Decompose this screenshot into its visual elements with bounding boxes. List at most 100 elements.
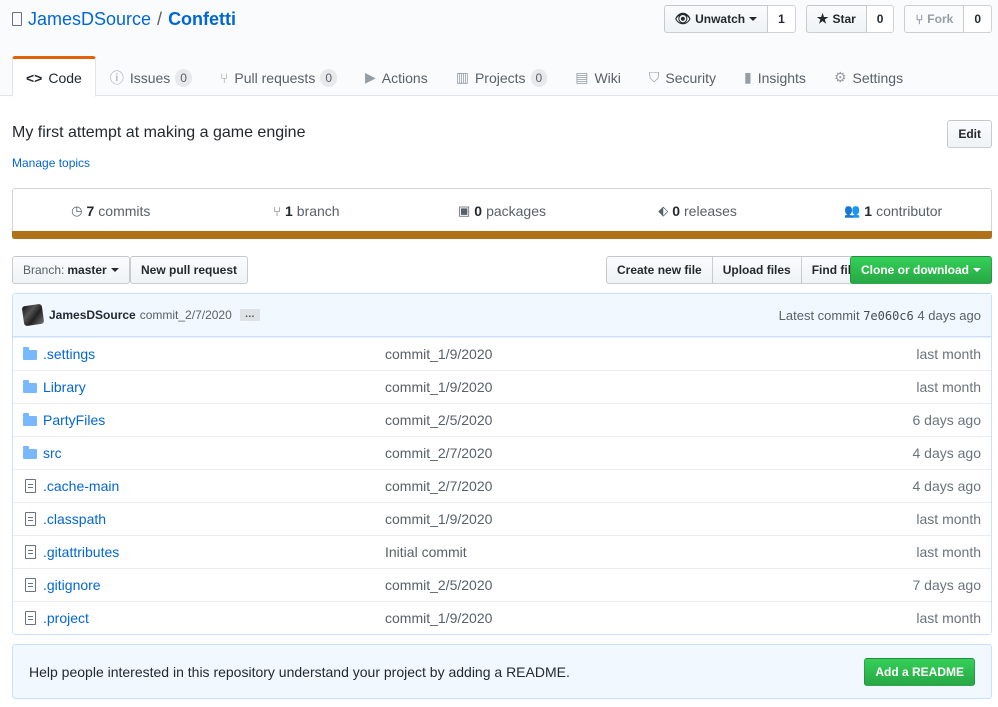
file-name-link[interactable]: .classpath [43, 511, 385, 527]
file-name-link[interactable]: .project [43, 610, 385, 626]
file-icon [23, 578, 37, 592]
table-row: Library commit_1/9/2020 last month [13, 370, 991, 403]
tab-projects[interactable]: ▥ Projects 0 [442, 56, 562, 97]
table-row: PartyFiles commit_2/5/2020 6 days ago [13, 403, 991, 436]
branch-label: Branch: [23, 263, 65, 277]
commit-author-link[interactable]: JamesDSource [49, 308, 136, 322]
repo-owner-link[interactable]: JamesDSource [28, 9, 151, 30]
fork-group: ⑂ Fork 0 [904, 5, 992, 33]
manage-topics-link[interactable]: Manage topics [12, 156, 90, 170]
tab-actions[interactable]: ▶ Actions [351, 56, 442, 97]
file-name-link[interactable]: .gitignore [43, 577, 385, 593]
tab-issues[interactable]: ⓘ Issues 0 [96, 56, 206, 97]
repo-tabs: <> Code ⓘ Issues 0 ⑂ Pull requests 0 ▶ A… [12, 56, 917, 97]
file-commit-link[interactable]: commit_1/9/2020 [385, 511, 916, 527]
commit-sha-link[interactable]: 7e060c6 [863, 309, 914, 323]
file-age: 4 days ago [912, 478, 982, 494]
graph-icon: ▮ [743, 69, 752, 85]
clone-label: Clone or download [861, 263, 969, 277]
forks-count[interactable]: 0 [964, 5, 992, 33]
tab-label: Security [665, 69, 716, 86]
file-icon [23, 479, 37, 493]
tab-pull-requests[interactable]: ⑂ Pull requests 0 [206, 56, 351, 97]
file-commit-link[interactable]: commit_1/9/2020 [385, 610, 916, 626]
file-icon [23, 545, 37, 559]
table-row: src commit_2/7/2020 4 days ago [13, 436, 991, 469]
fork-label: Fork [927, 12, 954, 26]
commit-age: 4 days ago [917, 307, 981, 323]
releases-link[interactable]: ⬖ 0 releases [600, 203, 796, 219]
clone-download-button[interactable]: Clone or download [850, 256, 992, 284]
project-icon: ▥ [455, 69, 469, 85]
tab-label: Pull requests [234, 69, 316, 86]
file-commit-link[interactable]: commit_1/9/2020 [385, 379, 916, 395]
file-actions-group: Create new file Upload files Find file [606, 256, 869, 284]
pull-request-icon: ⑂ [219, 69, 229, 86]
file-name-link[interactable]: PartyFiles [43, 412, 385, 428]
file-icon [23, 512, 37, 526]
releases-label: releases [684, 203, 737, 219]
create-new-file-button[interactable]: Create new file [606, 256, 713, 284]
file-name-link[interactable]: Library [43, 379, 385, 395]
unwatch-button[interactable]: 👁 Unwatch [663, 5, 769, 33]
add-readme-button[interactable]: Add a README [864, 657, 975, 686]
avatar[interactable] [21, 303, 45, 327]
title-separator: / [157, 8, 163, 29]
packages-label: packages [486, 203, 546, 219]
tab-label: Insights [757, 69, 806, 86]
commits-link[interactable]: ◷ 7 commits [13, 203, 209, 219]
shield-icon: ⛉ [648, 69, 660, 85]
tab-insights[interactable]: ▮ Insights [730, 56, 820, 97]
language-bar[interactable] [12, 231, 992, 239]
file-commit-link[interactable]: commit_1/9/2020 [385, 346, 916, 362]
repo-description: My first attempt at making a game engine [12, 124, 306, 141]
branches-link[interactable]: ⑂ 1 branch [209, 203, 405, 219]
branch-select-button[interactable]: Branch: master [12, 256, 130, 284]
branch-icon: ⑂ [273, 203, 281, 219]
contributors-link[interactable]: 👥 1 contributor [795, 203, 991, 219]
tab-code[interactable]: <> Code [12, 56, 96, 97]
commit-tease: JamesDSource commit_2/7/2020 … Latest co… [13, 294, 991, 337]
new-pull-request-button[interactable]: New pull request [130, 256, 249, 284]
upload-files-button[interactable]: Upload files [711, 256, 802, 284]
people-icon: 👥 [844, 203, 861, 218]
watch-group: 👁 Unwatch 1 [663, 5, 796, 33]
commit-message-link[interactable]: commit_2/7/2020 [140, 308, 232, 322]
contributors-count: 1 [864, 203, 873, 219]
file-commit-link[interactable]: commit_2/7/2020 [385, 445, 913, 461]
expand-commit-button[interactable]: … [239, 309, 260, 321]
file-icon [23, 611, 37, 625]
repo-title: JamesDSource / Confetti [12, 8, 236, 30]
watchers-count[interactable]: 1 [768, 5, 796, 33]
file-navigation: Branch: master New pull request Create n… [12, 256, 992, 284]
tab-label: Actions [381, 69, 428, 86]
fork-button[interactable]: ⑂ Fork [904, 5, 965, 33]
tag-icon: ⬖ [658, 203, 669, 218]
star-group: ★ Star 0 [805, 5, 895, 33]
file-name-link[interactable]: .gitattributes [43, 544, 385, 560]
issue-icon: ⓘ [109, 69, 124, 86]
stars-count[interactable]: 0 [866, 5, 895, 33]
tab-wiki[interactable]: ▤ Wiki [561, 56, 635, 97]
file-age: last month [916, 346, 981, 362]
folder-icon [23, 413, 37, 427]
table-row: .gitignore commit_2/5/2020 7 days ago [13, 568, 991, 601]
file-name-link[interactable]: .settings [43, 346, 385, 362]
contributors-label: contributor [876, 203, 943, 219]
table-row: .cache-main commit_2/7/2020 4 days ago [13, 469, 991, 502]
file-commit-link[interactable]: commit_2/5/2020 [385, 577, 913, 593]
tab-settings[interactable]: ⚙ Settings [820, 56, 917, 97]
file-name-link[interactable]: src [43, 445, 385, 461]
star-icon: ★ [816, 11, 829, 26]
file-commit-link[interactable]: commit_2/5/2020 [385, 412, 913, 428]
file-name-link[interactable]: .cache-main [43, 478, 385, 494]
packages-link[interactable]: ▣ 0 packages [404, 203, 600, 219]
tab-security[interactable]: ⛉ Security [635, 56, 730, 97]
book-icon: ▤ [575, 69, 589, 85]
table-row: .settings commit_1/9/2020 last month [13, 337, 991, 370]
file-commit-link[interactable]: commit_2/7/2020 [385, 478, 913, 494]
edit-description-button[interactable]: Edit [947, 120, 992, 148]
repo-name-link[interactable]: Confetti [168, 9, 236, 30]
star-button[interactable]: ★ Star [805, 5, 867, 33]
file-commit-link[interactable]: Initial commit [385, 544, 916, 560]
